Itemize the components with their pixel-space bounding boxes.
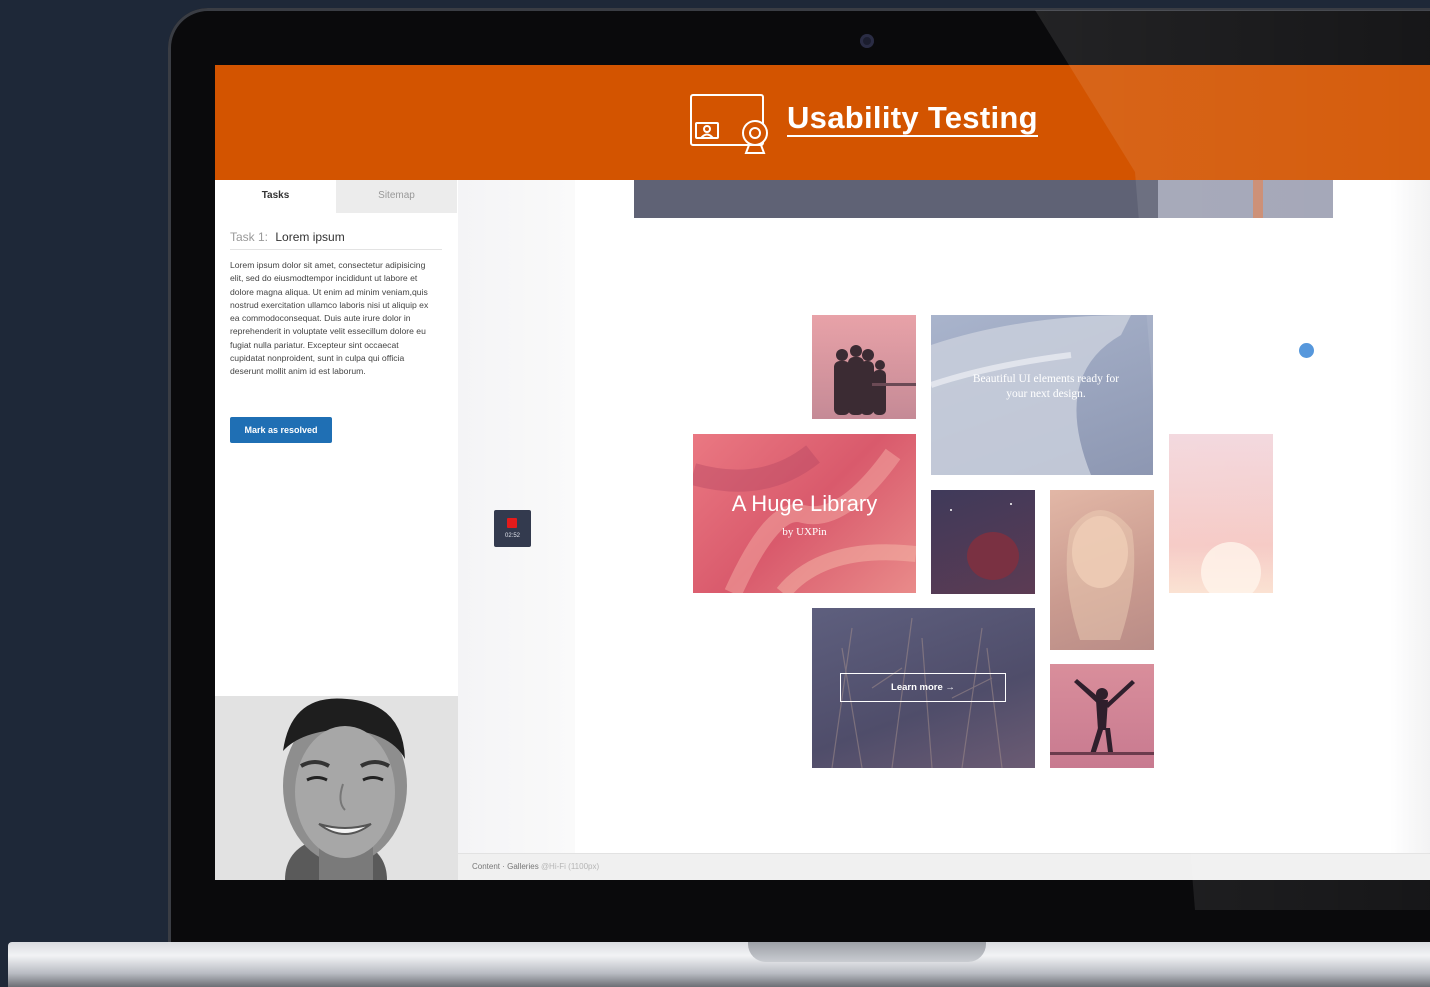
record-indicator-icon (507, 518, 517, 528)
screen-webcam-icon (689, 93, 771, 162)
canvas-edge (1390, 180, 1430, 853)
page-title: Usability Testing (787, 100, 1038, 137)
breakpoint-label: @Hi-Fi (1100px) (540, 862, 600, 871)
laptop-base (8, 942, 1430, 987)
laptop-notch (748, 942, 986, 962)
webcam-lens (860, 34, 874, 48)
task-title: Lorem ipsum (275, 230, 345, 244)
gallery-tile-jump[interactable] (1050, 664, 1154, 768)
gallery-tile-architecture[interactable]: Beautiful UI elements ready for your nex… (931, 315, 1153, 475)
recording-widget[interactable]: 02:52 (494, 510, 531, 547)
tester-webcam-feed (215, 696, 458, 880)
gallery-tile-library[interactable]: A Huge Library by UXPin (693, 434, 916, 593)
task-number: Task 1: (230, 230, 269, 244)
app-header: Usability Testing (215, 65, 1430, 180)
hero-image-strip (634, 180, 1333, 218)
mark-resolved-button[interactable]: Mark as resolved (230, 417, 332, 443)
learn-more-button[interactable]: Learn more → (840, 673, 1006, 702)
gallery-tile-grass[interactable]: Learn more → (812, 608, 1035, 768)
breadcrumb[interactable]: Content · Galleries (472, 862, 539, 871)
task-panel: Tasks Sitemap Task 1: Lorem ipsum Lorem … (215, 180, 458, 880)
gallery-tile-friends[interactable] (812, 315, 916, 419)
hotspot-marker[interactable] (1299, 343, 1314, 358)
tab-sitemap[interactable]: Sitemap (336, 180, 457, 213)
screen: Usability Testing Tasks Sitemap Task 1: … (215, 65, 1430, 880)
library-subtitle: by UXPin (782, 526, 827, 538)
gallery-tile-portrait[interactable] (1050, 490, 1154, 650)
recording-time: 02:52 (504, 533, 520, 539)
task-description: Lorem ipsum dolor sit amet, consectetur … (230, 260, 429, 377)
status-bar: Content · Galleries @Hi-Fi (1100px) (458, 853, 1430, 880)
gallery-caption: Beautiful UI elements ready for your nex… (972, 373, 1120, 400)
gallery-tile-night[interactable] (931, 490, 1035, 594)
gallery-tile-sunset[interactable] (1169, 434, 1273, 593)
task-heading: Task 1: Lorem ipsum (230, 230, 442, 250)
tab-tasks[interactable]: Tasks (215, 180, 336, 213)
library-title: A Huge Library (731, 491, 878, 516)
